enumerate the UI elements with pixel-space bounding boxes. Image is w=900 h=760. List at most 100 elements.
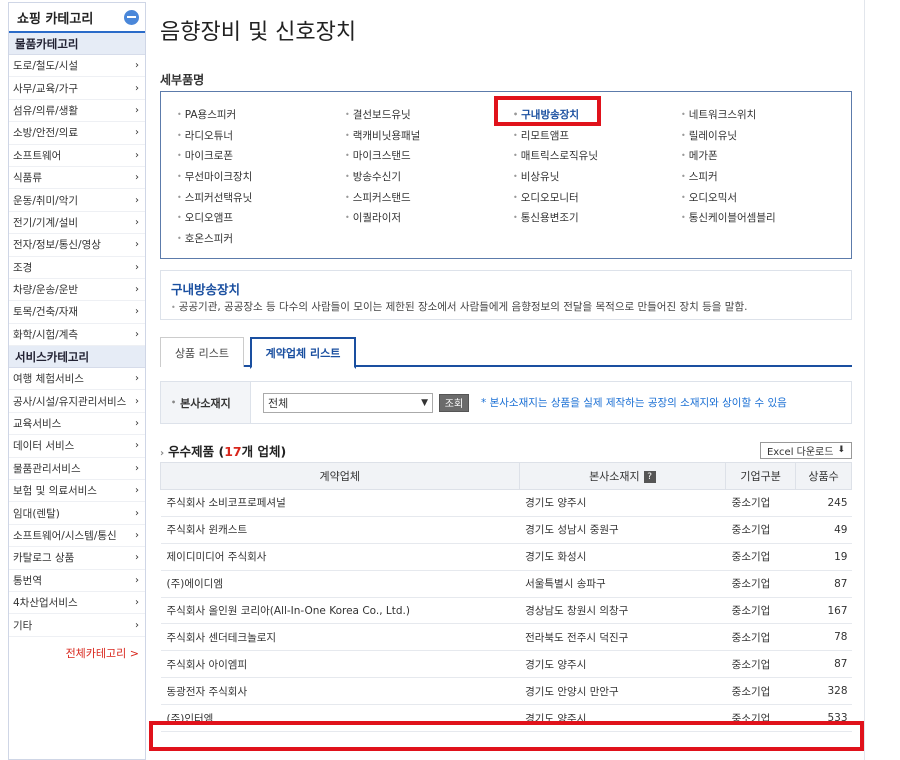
all-categories-link[interactable]: 전체카테고리 > — [9, 637, 145, 669]
sidebar-item[interactable]: 4차산업서비스 › — [9, 592, 145, 615]
sidebar-item[interactable]: 소방/안전/의료 › — [9, 122, 145, 145]
sidebar-item[interactable]: 화학/시험/계측 › — [9, 324, 145, 347]
detail-item[interactable]: • 메가폰 — [681, 145, 849, 166]
product-count-cell: 328 — [795, 677, 852, 706]
table-body: 주식회사 소비코프로페셔널 경기도 양주시 중소기업 245 주식회사 윈캐스트 경기도 … — [160, 489, 852, 733]
detail-item[interactable]: • 스피커선택유닛 — [177, 187, 345, 208]
sidebar-item[interactable]: 소프트웨어 › — [9, 145, 145, 167]
col-type: 기업구분 — [725, 462, 797, 490]
table-row[interactable]: (주)에이디엠 서울특별시 송파구 중소기업 87 — [160, 570, 852, 598]
company-name-cell[interactable]: 동광전자 주식회사 — [160, 677, 520, 706]
detail-item[interactable]: • 오디오믹서 — [681, 187, 849, 208]
sidebar-item-label: 소프트웨어/시스템/통신 — [13, 530, 117, 542]
detail-item[interactable]: • 네트워크스위치 — [681, 104, 849, 125]
detail-item[interactable]: • 이퀄라이저 — [345, 207, 513, 228]
sidebar-service-list: 여행 체험서비스 › 공사/시설/유지관리서비스 › 교육서비스 › 데이터 서비스 › 물품관… — [9, 368, 145, 637]
detail-item[interactable]: • 마이크스탠드 — [345, 145, 513, 166]
collapse-icon[interactable] — [124, 9, 139, 25]
sidebar-item[interactable]: 운동/취미/악기 › — [9, 189, 145, 212]
detail-item[interactable]: • 스피커 — [681, 166, 849, 187]
sidebar-item-label: 카탈로그 상품 — [13, 552, 75, 565]
region-cell: 서울특별시 송파구 — [519, 570, 726, 598]
sidebar-section-service: 서비스카테고리 — [9, 346, 145, 369]
sidebar-item-label: 공사/시설/유지관리서비스 — [13, 395, 127, 408]
sidebar-item[interactable]: 데이터 서비스 › — [9, 435, 145, 458]
sidebar-item[interactable]: 교육서비스 › — [9, 413, 145, 436]
help-icon[interactable]: ? — [643, 471, 656, 483]
table-row[interactable]: 주식회사 올인원 코리아(All-In-One Korea Co., Ltd.)… — [160, 597, 852, 625]
detail-item[interactable]: • 호온스피커 — [177, 228, 345, 249]
detail-item[interactable]: • PA용스피커 — [177, 104, 345, 125]
table-row[interactable]: 동광전자 주식회사 경기도 안양시 만안구 중소기업 328 — [160, 677, 852, 706]
sidebar-item[interactable]: 조경 › — [9, 257, 145, 279]
sidebar-item[interactable]: 전기/기계/설비 › — [9, 212, 145, 235]
sidebar-item[interactable]: 사무/교육/가구 › — [9, 77, 145, 100]
company-name-cell[interactable]: 주식회사 소비코프로페셔널 — [160, 489, 520, 517]
sidebar-item[interactable]: 도로/철도/시설 › — [9, 55, 145, 78]
sidebar-item[interactable]: 통번역 › — [9, 570, 145, 592]
detail-item[interactable]: • 오디오모니터 — [513, 187, 681, 208]
download-icon: ⬇ — [837, 445, 845, 455]
col-count: 상품수 — [795, 462, 852, 490]
region-select[interactable]: 전체 ▼ — [263, 392, 433, 413]
sidebar-item[interactable]: 전자/정보/통신/영상 › — [9, 234, 145, 257]
detail-item[interactable]: • 라디오튜너 — [177, 125, 345, 146]
table-row[interactable]: 주식회사 센더테크놀로지 전라북도 전주시 덕진구 중소기업 78 — [160, 623, 852, 652]
table-row[interactable]: 주식회사 아이엠피 경기도 양주시 중소기업 87 — [160, 650, 852, 679]
sidebar-item[interactable]: 토목/건축/자재 › — [9, 301, 145, 324]
sidebar-item[interactable]: 기타 › — [9, 614, 145, 637]
sidebar-item-label: 섬유/의류/생활 — [13, 104, 79, 117]
table-row[interactable]: 주식회사 윈캐스트 경기도 성남시 중원구 중소기업 49 — [160, 516, 852, 544]
detail-item[interactable]: • 매트릭스로직유닛 — [513, 145, 681, 166]
detail-item[interactable]: • 무선마이크장치 — [177, 166, 345, 187]
tab-contractor-list[interactable]: 계약업체 리스트 — [250, 337, 356, 369]
table-row[interactable]: 주식회사 소비코프로페셔널 경기도 양주시 중소기업 245 — [160, 489, 852, 517]
chevron-right-icon: › — [135, 239, 139, 251]
sidebar-item[interactable]: 섬유/의류/생활 › — [9, 100, 145, 123]
detail-item[interactable]: • 랙캐비닛용패널 — [345, 125, 513, 146]
detail-item[interactable]: • 마이크로폰 — [177, 145, 345, 166]
detail-item[interactable]: • 통신용변조기 — [513, 207, 681, 228]
company-name-cell[interactable]: 주식회사 아이엠피 — [160, 650, 520, 679]
sidebar-item-label: 데이터 서비스 — [13, 440, 75, 453]
sidebar-item[interactable]: 카탈로그 상품 › — [9, 547, 145, 570]
sidebar-item[interactable]: 보험 및 의료서비스 › — [9, 480, 145, 503]
detail-item[interactable]: • 리모트앰프 — [513, 125, 681, 146]
detail-item[interactable]: • 비상유닛 — [513, 166, 681, 187]
sidebar-item-label: 교육서비스 — [13, 418, 62, 431]
table-row[interactable]: 제이디미디어 주식회사 경기도 화성시 중소기업 19 — [160, 543, 852, 571]
list-title: › 우수제품 (17개 업체) — [160, 443, 287, 459]
chevron-right-icon: › — [135, 552, 139, 564]
detail-item[interactable]: • 결선보드유닛 — [345, 104, 513, 125]
company-name-cell[interactable]: 주식회사 센더테크놀로지 — [160, 623, 520, 652]
chevron-right-icon: › — [135, 328, 139, 340]
sidebar-item[interactable]: 여행 체험서비스 › — [9, 368, 145, 391]
chevron-right-icon: › — [135, 619, 139, 631]
sidebar-item[interactable]: 차량/운송/운반 › — [9, 279, 145, 302]
detail-item[interactable]: • 통신케이블어셈블리 — [681, 207, 849, 228]
sidebar-item[interactable]: 식품류 › — [9, 167, 145, 190]
tab-product-list[interactable]: 상품 리스트 — [160, 337, 244, 367]
detail-item[interactable]: • 오디오앰프 — [177, 207, 345, 228]
search-button[interactable]: 조회 — [439, 393, 469, 412]
chevron-right-icon: › — [135, 485, 139, 497]
company-name-cell[interactable]: 제이디미디어 주식회사 — [160, 543, 520, 571]
sidebar-item[interactable]: 물품관리서비스 › — [9, 458, 145, 481]
company-name-cell[interactable]: 주식회사 윈캐스트 — [160, 516, 520, 544]
excel-download-button[interactable]: Excel 다운로드 ⬇ — [759, 441, 852, 459]
detail-item[interactable]: • 스피커스탠드 — [345, 187, 513, 208]
col-region: 본사소재지? — [518, 462, 727, 490]
detail-item[interactable]: • 방송수신기 — [345, 166, 513, 187]
company-name-cell[interactable]: 주식회사 올인원 코리아(All-In-One Korea Co., Ltd.) — [160, 597, 520, 625]
detail-item[interactable]: • 릴레이유닛 — [681, 125, 849, 146]
chevron-right-icon: › — [135, 104, 139, 116]
sidebar-item[interactable]: 공사/시설/유지관리서비스 › — [9, 390, 145, 413]
sidebar-item-label: 사무/교육/가구 — [13, 82, 79, 95]
sidebar-item[interactable]: 임대(렌탈) › — [9, 502, 145, 525]
tab-bar: 상품 리스트 계약업체 리스트 — [160, 337, 852, 369]
sidebar-item[interactable]: 소프트웨어/시스템/통신 › — [9, 525, 145, 548]
company-type-cell: 중소기업 — [725, 570, 796, 598]
company-name-cell[interactable]: (주)에이디엠 — [160, 570, 520, 598]
sidebar-item-label: 토목/건축/자재 — [13, 306, 79, 319]
sidebar-item-label: 여행 체험서비스 — [13, 373, 84, 386]
